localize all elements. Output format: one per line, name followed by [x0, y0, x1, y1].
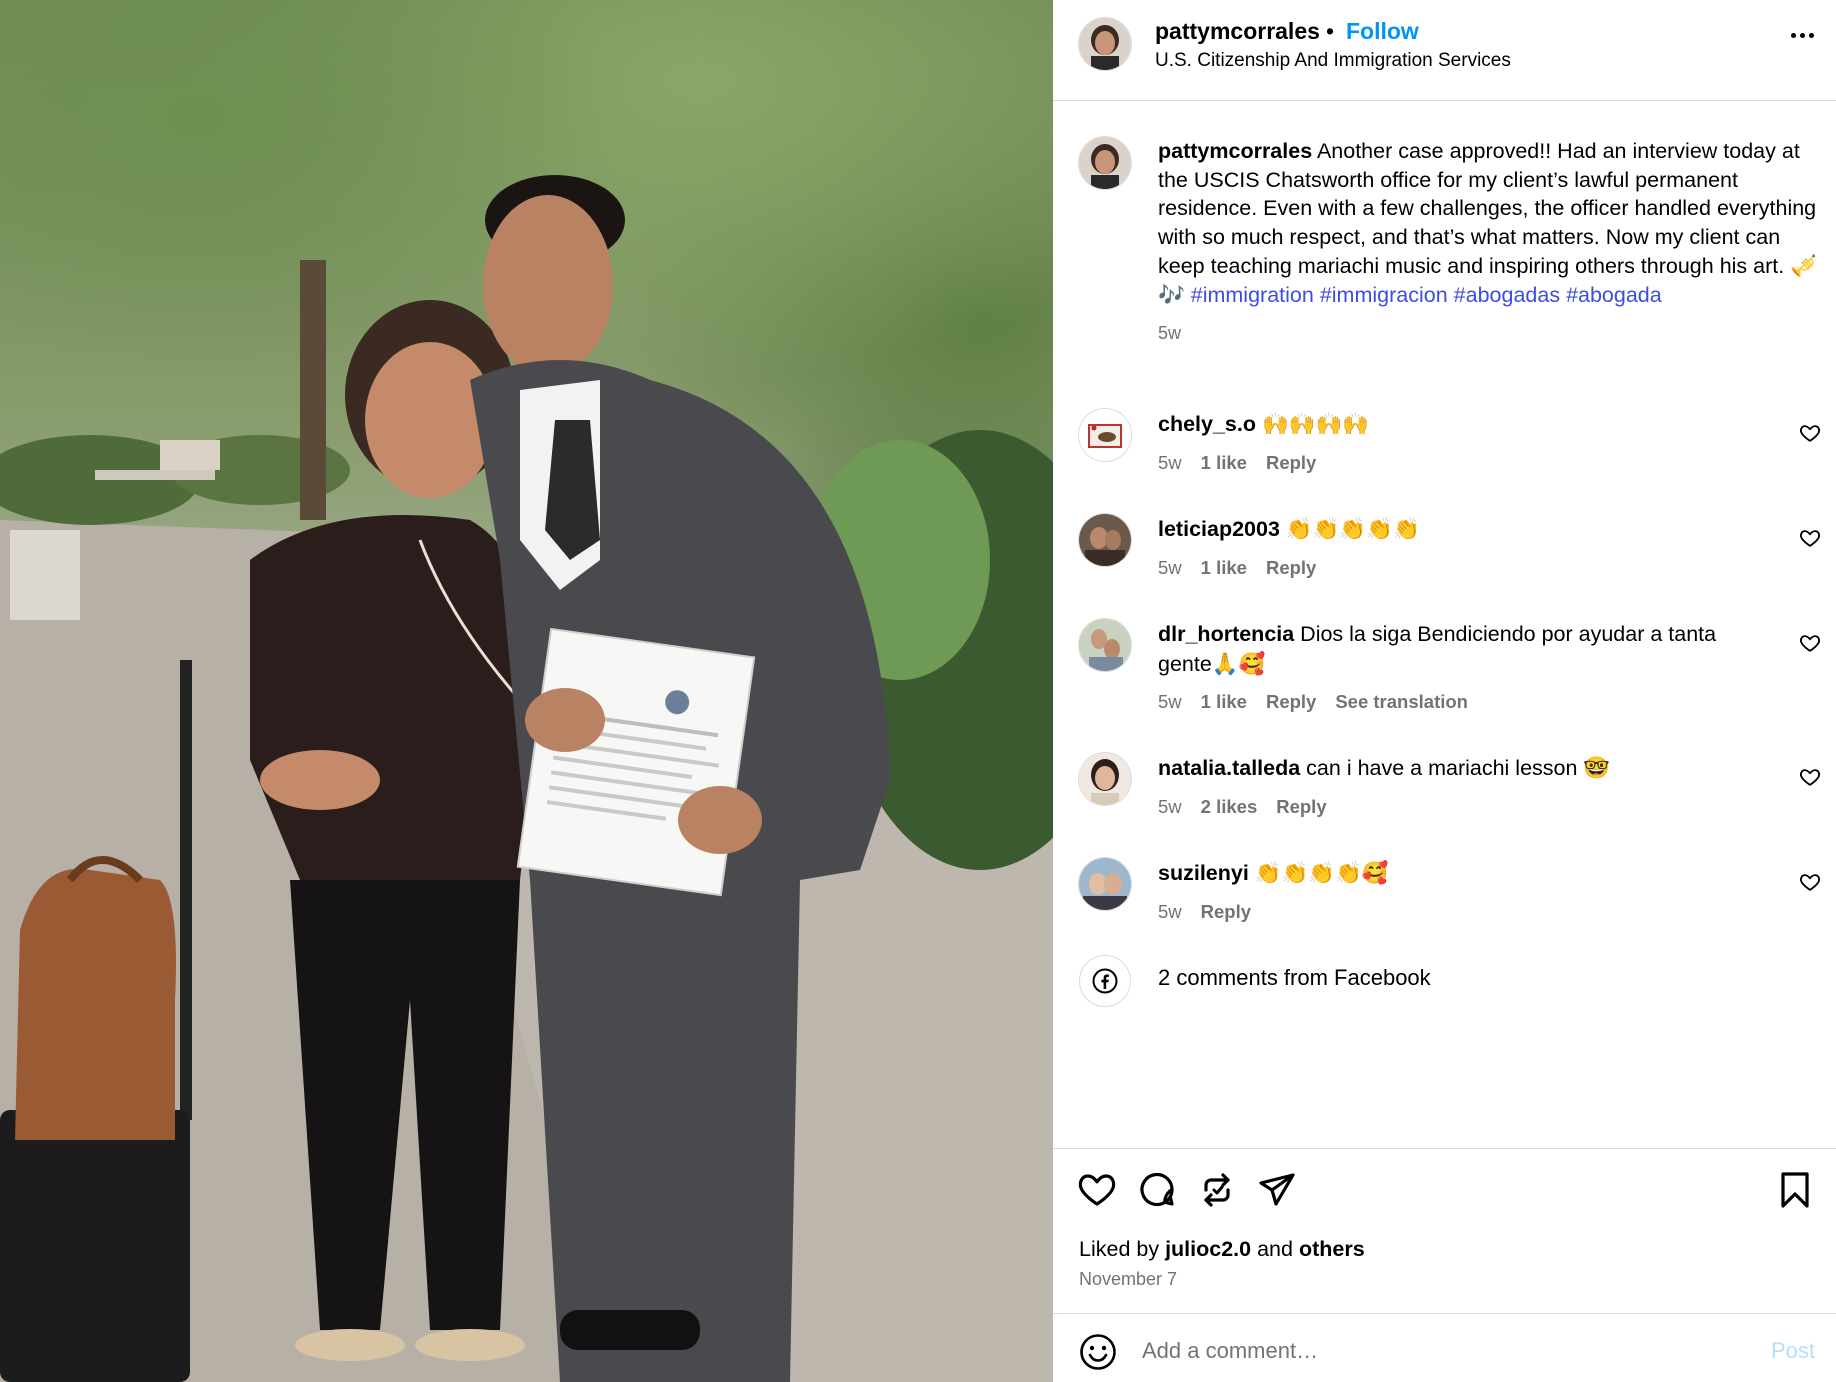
- caption-text: Another case approved!! Had an interview…: [1158, 139, 1817, 307]
- facebook-comments-label[interactable]: 2 comments from Facebook: [1158, 965, 1431, 991]
- hashtag[interactable]: #immigracion: [1320, 283, 1448, 307]
- comment-icon[interactable]: [1137, 1170, 1177, 1210]
- hashtag[interactable]: #immigration: [1191, 283, 1314, 307]
- reply-button[interactable]: Reply: [1266, 452, 1316, 474]
- comment-meta: 5w 2 likes Reply: [1158, 796, 1327, 818]
- commenter-avatar[interactable]: [1079, 619, 1131, 671]
- commenter-avatar-image: [1079, 753, 1131, 805]
- comment-username[interactable]: leticiap2003: [1158, 517, 1280, 541]
- comment-likes[interactable]: 1 like: [1201, 557, 1247, 579]
- hashtag[interactable]: #abogada: [1566, 283, 1662, 307]
- comment-body: 🙌🙌🙌🙌: [1256, 412, 1370, 436]
- comment-meta: 5w 1 like Reply See translation: [1158, 691, 1468, 713]
- comment-meta: 5w 1 like Reply: [1158, 557, 1316, 579]
- caption-username[interactable]: pattymcorrales: [1158, 139, 1312, 163]
- commenter-avatar[interactable]: [1079, 858, 1131, 910]
- post-date[interactable]: November 7: [1079, 1269, 1177, 1290]
- liked-by-others[interactable]: others: [1299, 1237, 1365, 1261]
- author-avatar-image: [1079, 18, 1131, 70]
- commenter-avatar[interactable]: [1079, 409, 1131, 461]
- liked-by-middle: and: [1251, 1237, 1299, 1261]
- commenter-avatar[interactable]: [1079, 753, 1131, 805]
- header-separator: •: [1326, 18, 1335, 44]
- reply-button[interactable]: Reply: [1266, 691, 1316, 713]
- comment-text: natalia.talleda can i have a mariachi le…: [1158, 753, 1758, 783]
- comment-text: chely_s.o 🙌🙌🙌🙌: [1158, 409, 1758, 439]
- liked-by: Liked by julioc2.0 and others: [1079, 1237, 1365, 1262]
- post-location[interactable]: U.S. Citizenship And Immigration Service…: [1155, 50, 1511, 72]
- reply-button[interactable]: Reply: [1276, 796, 1326, 818]
- liked-by-prefix: Liked by: [1079, 1237, 1166, 1261]
- comment-time[interactable]: 5w: [1158, 452, 1182, 474]
- comment-text: suzilenyi 👏👏👏👏🥰: [1158, 858, 1758, 888]
- follow-button[interactable]: Follow: [1346, 18, 1419, 45]
- author-avatar[interactable]: [1079, 18, 1131, 70]
- comment-time[interactable]: 5w: [1158, 901, 1182, 923]
- more-options-icon[interactable]: [1780, 22, 1824, 48]
- comment-likes[interactable]: 1 like: [1201, 691, 1247, 713]
- caption-time[interactable]: 5w: [1158, 319, 1823, 348]
- header-divider: [1053, 100, 1836, 101]
- commenter-avatar-image: [1079, 619, 1131, 671]
- add-comment-bar: Post: [1053, 1313, 1836, 1382]
- comment-likes[interactable]: 1 like: [1201, 452, 1247, 474]
- commenter-avatar-image: [1079, 858, 1131, 910]
- reply-button[interactable]: Reply: [1266, 557, 1316, 579]
- facebook-comments-row[interactable]: 2 comments from Facebook: [1079, 955, 1431, 1007]
- comment-body: can i have a mariachi lesson 🤓: [1300, 756, 1611, 780]
- facebook-icon: [1079, 955, 1131, 1007]
- comment-time[interactable]: 5w: [1158, 796, 1182, 818]
- comment-like-icon[interactable]: [1799, 766, 1821, 788]
- comment-meta: 5w 1 like Reply: [1158, 452, 1316, 474]
- comment-like-icon[interactable]: [1799, 527, 1821, 549]
- comment-like-icon[interactable]: [1799, 632, 1821, 654]
- see-translation-button[interactable]: See translation: [1335, 691, 1468, 713]
- actions-divider: [1053, 1148, 1836, 1149]
- post-sidebar: pattymcorrales • Follow U.S. Citizenship…: [1053, 0, 1836, 1382]
- post-caption: pattymcorrales Another case approved!! H…: [1158, 137, 1823, 348]
- share-icon[interactable]: [1257, 1170, 1297, 1210]
- commenter-avatar-image: [1079, 514, 1131, 566]
- liked-by-user[interactable]: julioc2.0: [1165, 1237, 1251, 1261]
- commenter-avatar[interactable]: [1079, 514, 1131, 566]
- comment-time[interactable]: 5w: [1158, 557, 1182, 579]
- comment-username[interactable]: suzilenyi: [1158, 861, 1249, 885]
- add-comment-input[interactable]: [1142, 1331, 1742, 1371]
- comment-username[interactable]: dlr_hortencia: [1158, 622, 1294, 646]
- comment-text: dlr_hortencia Dios la siga Bendiciendo p…: [1158, 619, 1758, 679]
- comment-time[interactable]: 5w: [1158, 691, 1182, 713]
- post-comment-button[interactable]: Post: [1771, 1338, 1815, 1364]
- comment-username[interactable]: natalia.talleda: [1158, 756, 1300, 780]
- commenter-avatar-image: [1079, 409, 1131, 461]
- comment-likes[interactable]: 2 likes: [1201, 796, 1258, 818]
- comment-like-icon[interactable]: [1799, 422, 1821, 444]
- comment-text: leticiap2003 👏👏👏👏👏: [1158, 514, 1758, 544]
- action-bar: [1053, 1170, 1836, 1214]
- author-username[interactable]: pattymcorrales: [1155, 18, 1320, 45]
- caption-avatar[interactable]: [1079, 137, 1131, 189]
- bookmark-icon[interactable]: [1775, 1170, 1815, 1210]
- caption-avatar-image: [1079, 137, 1131, 189]
- heart-icon[interactable]: [1077, 1170, 1117, 1210]
- repost-icon[interactable]: [1197, 1170, 1237, 1210]
- reply-button[interactable]: Reply: [1201, 901, 1251, 923]
- hashtag[interactable]: #abogadas: [1454, 283, 1560, 307]
- comment-username[interactable]: chely_s.o: [1158, 412, 1256, 436]
- comment-like-icon[interactable]: [1799, 871, 1821, 893]
- post-photo[interactable]: [0, 0, 1053, 1382]
- comment-body: 👏👏👏👏🥰: [1248, 861, 1389, 885]
- comment-meta: 5w Reply: [1158, 901, 1251, 923]
- photo-scene: [0, 175, 1053, 1382]
- comment-body: 👏👏👏👏👏: [1279, 517, 1420, 541]
- emoji-icon[interactable]: [1079, 1333, 1117, 1371]
